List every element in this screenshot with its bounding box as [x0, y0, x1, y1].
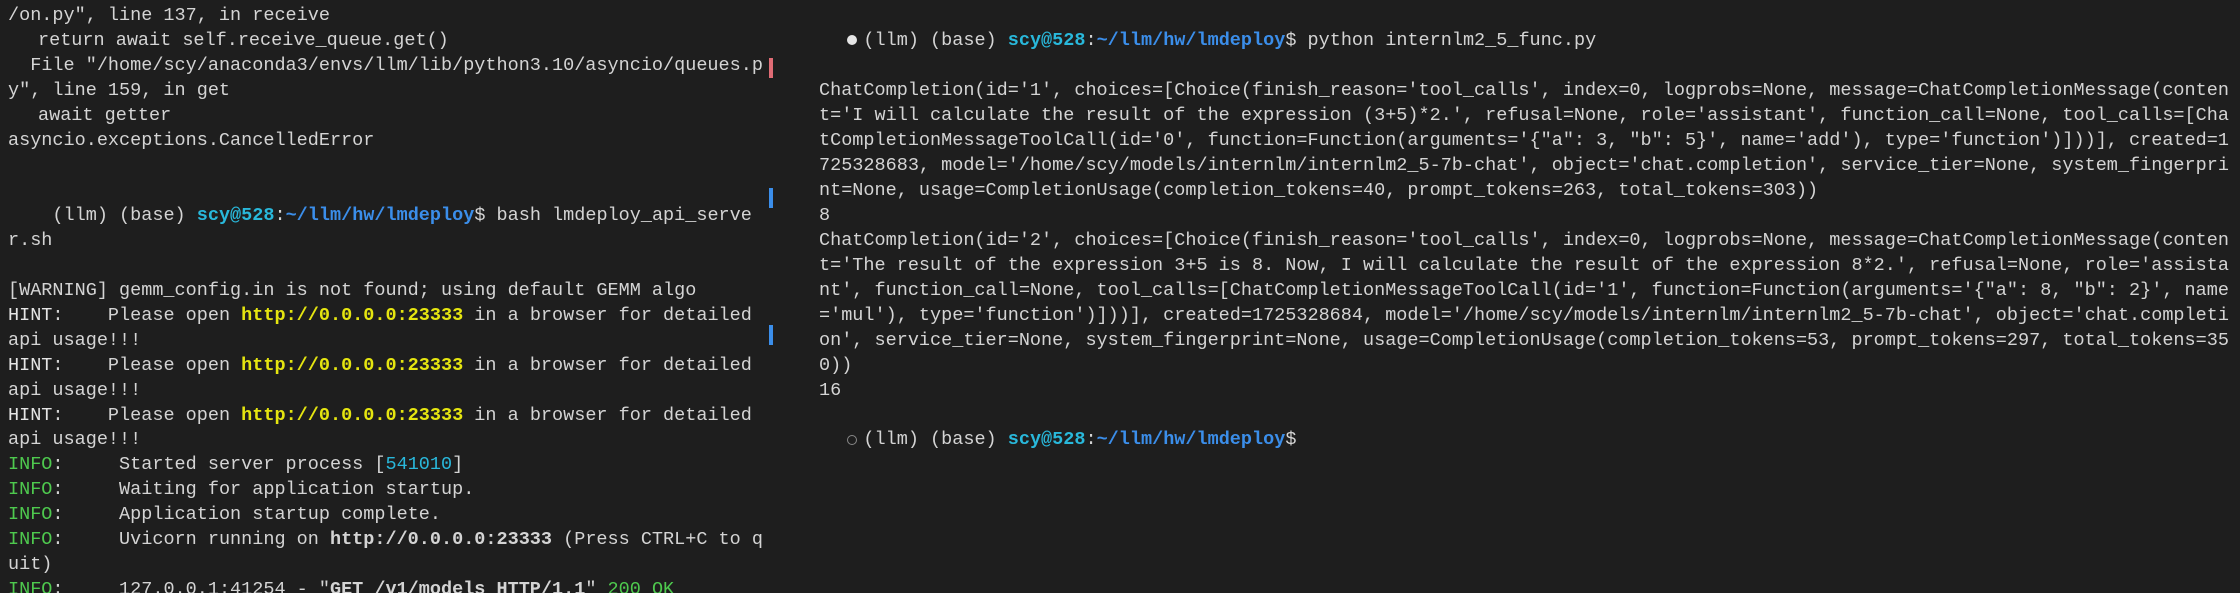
prompt-user: scy@528: [1008, 30, 1086, 51]
prompt-dollar: $: [474, 205, 485, 226]
hint-line: HINT: Please open http://0.0.0.0:23333 i…: [8, 304, 767, 354]
prompt-user: scy@528: [197, 205, 275, 226]
prompt-env: (llm) (base): [863, 30, 1007, 51]
prompt-env: (llm) (base): [52, 205, 196, 226]
terminal-left-pane[interactable]: /on.py", line 137, in receive return awa…: [0, 0, 775, 593]
output-value: 8: [803, 204, 2232, 229]
traceback-line: File "/home/scy/anaconda3/envs/llm/lib/p…: [8, 54, 767, 104]
info-line: INFO: Application startup complete.: [8, 503, 767, 528]
output-block: ChatCompletion(id='1', choices=[Choice(f…: [803, 79, 2232, 204]
url-link[interactable]: http://0.0.0.0:23333: [241, 405, 463, 426]
scroll-marker: [769, 58, 773, 78]
warning-line: [WARNING] gemm_config.in is not found; u…: [8, 279, 767, 304]
prompt-path: ~/llm/hw/lmdeploy: [1097, 30, 1286, 51]
prompt-line[interactable]: (llm) (base) scy@528:~/llm/hw/lmdeploy$: [803, 404, 2232, 479]
output-value: 16: [803, 379, 2232, 404]
log-line: INFO: 127.0.0.1:41254 - "GET /v1/models …: [8, 578, 767, 593]
scroll-marker: [769, 188, 773, 208]
status-circle-icon: [847, 435, 857, 445]
output-block: ChatCompletion(id='2', choices=[Choice(f…: [803, 229, 2232, 379]
info-line: INFO: Started server process [541010]: [8, 453, 767, 478]
url-link[interactable]: http://0.0.0.0:23333: [241, 305, 463, 326]
pane-divider[interactable]: [775, 0, 783, 593]
scroll-marker: [769, 325, 773, 345]
traceback-error: asyncio.exceptions.CancelledError: [8, 129, 767, 154]
traceback-line: await getter: [8, 104, 767, 129]
traceback-line: /on.py", line 137, in receive: [8, 4, 767, 29]
blank-line: [8, 154, 767, 179]
prompt-line: (llm) (base) scy@528:~/llm/hw/lmdeploy$ …: [8, 179, 767, 279]
prompt-sep: :: [274, 205, 285, 226]
traceback-line: return await self.receive_queue.get(): [8, 29, 767, 54]
info-line: INFO: Waiting for application startup.: [8, 478, 767, 503]
prompt-path: ~/llm/hw/lmdeploy: [286, 205, 475, 226]
info-line: INFO: Uvicorn running on http://0.0.0.0:…: [8, 528, 767, 578]
hint-line: HINT: Please open http://0.0.0.0:23333 i…: [8, 354, 767, 404]
url-link[interactable]: http://0.0.0.0:23333: [241, 355, 463, 376]
prompt-line: (llm) (base) scy@528:~/llm/hw/lmdeploy$ …: [803, 4, 2232, 79]
status-dot-icon: [847, 35, 857, 45]
terminal-right-pane[interactable]: (llm) (base) scy@528:~/llm/hw/lmdeploy$ …: [783, 0, 2240, 593]
command-text: python internlm2_5_func.py: [1296, 30, 1596, 51]
hint-line: HINT: Please open http://0.0.0.0:23333 i…: [8, 404, 767, 454]
